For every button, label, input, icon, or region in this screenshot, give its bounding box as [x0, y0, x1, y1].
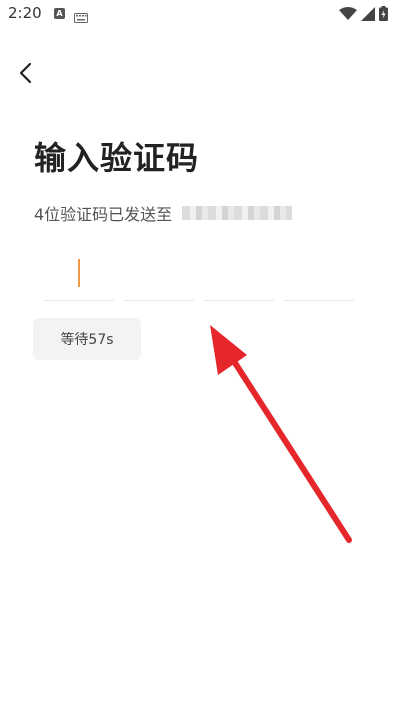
- chevron-left-icon: [18, 62, 32, 88]
- resend-wait-button[interactable]: 等待57s: [33, 318, 141, 360]
- code-digit-box[interactable]: [204, 254, 274, 301]
- status-icons: [339, 6, 388, 25]
- wifi-icon: [339, 6, 357, 25]
- sent-notice-text: 4位验证码已发送至: [34, 205, 173, 224]
- code-digit-box[interactable]: [124, 254, 194, 301]
- masked-phone-number: [182, 206, 293, 220]
- text-caret: [78, 259, 80, 287]
- page-title: 输入验证码: [34, 139, 200, 177]
- keyboard-icon: [74, 8, 88, 27]
- status-bar: 2:20 A: [0, 0, 400, 28]
- back-button[interactable]: [10, 60, 40, 90]
- status-time: 2:20: [8, 4, 42, 22]
- sent-notice: 4位验证码已发送至: [34, 201, 293, 225]
- code-digit-box[interactable]: [284, 254, 354, 301]
- verification-code-input[interactable]: [44, 254, 356, 302]
- battery-charging-icon: [379, 6, 388, 25]
- notification-a-icon: A: [54, 8, 65, 19]
- signal-icon: [361, 6, 375, 25]
